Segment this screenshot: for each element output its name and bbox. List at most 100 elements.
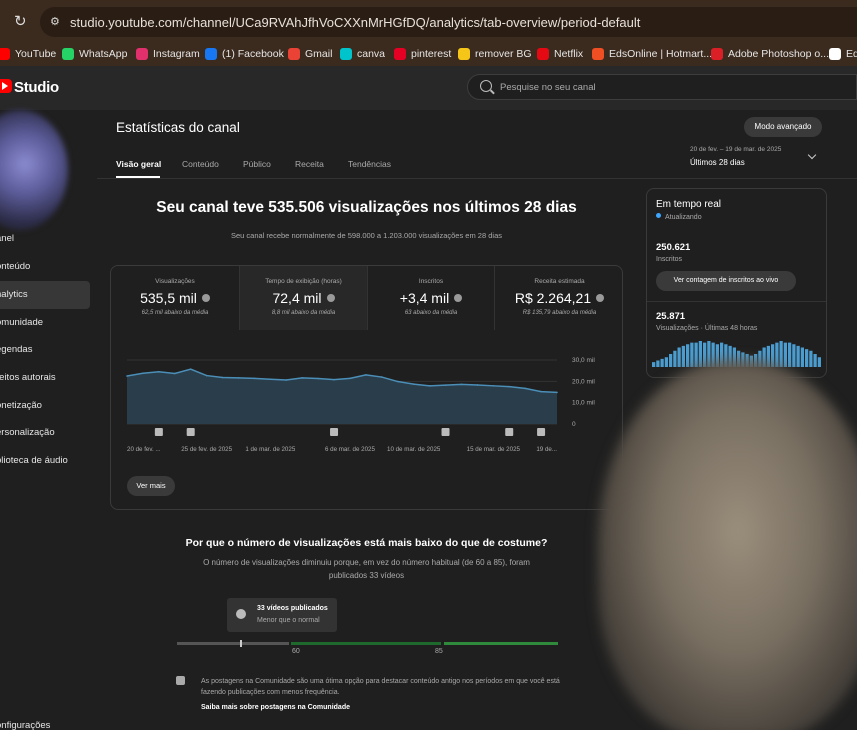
- why-title: Por que o número de visualizações está m…: [185, 537, 548, 549]
- data-point: [253, 377, 256, 380]
- studio-logo-text[interactable]: Studio: [14, 79, 59, 96]
- sidebar-item-8[interactable]: blioteca de áudio: [0, 447, 90, 475]
- pinterest-icon: [394, 48, 406, 60]
- upload-marker-icon[interactable]: [537, 428, 546, 436]
- period-label[interactable]: Últimos 28 dias: [690, 158, 745, 167]
- info-icon[interactable]: [201, 294, 210, 302]
- bookmark-3[interactable]: (1) Facebook: [205, 46, 284, 62]
- bookmark-5[interactable]: canva: [340, 46, 385, 62]
- see-more-button[interactable]: Ver mais: [127, 476, 175, 496]
- upload-marker-icon[interactable]: [186, 428, 195, 436]
- metric-card-0[interactable]: Visualizações 535,5 mil 62,5 mil abaixo da…: [111, 266, 240, 330]
- chevron-down-icon[interactable]: [807, 150, 817, 160]
- sidebar-item-3[interactable]: omunidade: [0, 309, 90, 337]
- sidebar-item-label: egendas: [0, 344, 33, 355]
- period-range[interactable]: 20 de fev. – 19 de mar. de 2025: [690, 146, 781, 153]
- live-subscriber-count-button[interactable]: Ver contagem de inscritos ao vivo: [656, 271, 796, 291]
- data-point: [444, 384, 447, 386]
- youtube-logo-icon[interactable]: [0, 79, 12, 93]
- data-point: [205, 374, 208, 377]
- sidebar-item-1[interactable]: onteúdo: [0, 253, 90, 281]
- live-dot-icon: [656, 213, 661, 218]
- metric-card-3[interactable]: Receita estimada R$ 2.264,21 R$ 135,79 aba…: [495, 266, 622, 330]
- upload-marker-icon[interactable]: [505, 428, 514, 436]
- data-point: [540, 390, 542, 393]
- uploads-tooltip: 33 vídeos publicados Menor que o normal: [227, 598, 337, 632]
- sidebar-item-2[interactable]: nalytics: [0, 281, 90, 309]
- sidebar-item-label: onetização: [0, 400, 42, 411]
- metric-card-1[interactable]: Tempo de exibição (horas) 72,4 mil 8,8 mil…: [240, 266, 368, 330]
- bookmark-label: Gmail: [305, 48, 333, 60]
- realtime-views: 25.871: [656, 311, 686, 322]
- sidebar-item-6[interactable]: onetização: [0, 392, 90, 420]
- realtime-bar: [694, 342, 698, 367]
- bookmark-label: Instagram: [153, 48, 200, 60]
- youtube-icon: [0, 48, 10, 60]
- channel-avatar[interactable]: [0, 110, 68, 230]
- realtime-bar: [698, 341, 702, 367]
- p-icon: [829, 48, 841, 60]
- tabs-divider: [97, 178, 857, 179]
- sidebar-item-0[interactable]: anel: [0, 225, 90, 253]
- realtime-divider: [647, 301, 826, 302]
- sidebar-item-label: ersonalização: [0, 427, 55, 438]
- data-point: [381, 376, 383, 378]
- data-point: [285, 379, 288, 381]
- data-point: [492, 385, 495, 387]
- community-text: As postagens na Comunidade são uma ótima…: [201, 678, 560, 696]
- upload-marker-icon[interactable]: [441, 428, 450, 436]
- info-icon[interactable]: [326, 294, 335, 302]
- sidebar-item-settings[interactable]: onfigurações: [0, 720, 50, 730]
- tab-2[interactable]: Público: [243, 159, 271, 169]
- site-info-icon[interactable]: ⚙: [50, 16, 62, 28]
- views-chart[interactable]: 30,0 mil 20,0 mil 10,0 mil 0 20 de fev. ... 2…: [111, 350, 623, 460]
- advanced-mode-button[interactable]: Modo avançado: [744, 117, 822, 137]
- info-icon[interactable]: [454, 294, 463, 302]
- sidebar-item-7[interactable]: ersonalização: [0, 419, 90, 447]
- metric-card-2[interactable]: Inscritos +3,4 mil 63 abaixo da média: [368, 266, 495, 330]
- sidebar-item-4[interactable]: egendas: [0, 336, 90, 364]
- tab-0[interactable]: Visão geral: [116, 159, 161, 169]
- realtime-bar: [669, 354, 673, 367]
- realtime-card: Em tempo real Atualizando 250.621 Inscri…: [646, 188, 827, 378]
- upload-marker-icon[interactable]: [154, 428, 163, 436]
- realtime-bar: [775, 342, 779, 367]
- data-point: [476, 384, 479, 386]
- tab-1[interactable]: Conteúdo: [182, 159, 219, 169]
- data-point: [301, 377, 303, 379]
- browser-address-bar: ↻ ⚙ studio.youtube.com/channel/UCa9RVAhJ…: [0, 0, 857, 42]
- bookmark-label: canva: [357, 48, 386, 60]
- metric-value: 535,5 mil: [111, 290, 239, 306]
- bookmark-4[interactable]: Gmail: [288, 46, 332, 62]
- data-point: [317, 377, 319, 380]
- realtime-bar: [805, 349, 809, 367]
- tooltip-title: 33 vídeos publicados: [257, 605, 328, 612]
- data-point: [556, 391, 558, 394]
- realtime-bar: [817, 357, 821, 367]
- bookmark-label: Ed: [846, 48, 857, 60]
- tab-4[interactable]: Tendências: [348, 159, 391, 169]
- tab-3[interactable]: Receita: [295, 159, 324, 169]
- bookmark-label: pinterest: [411, 48, 452, 60]
- bookmark-6[interactable]: pinterest: [394, 46, 451, 62]
- community-link[interactable]: Saiba mais sobre postagens na Comunidade: [201, 704, 350, 711]
- bookmark-8[interactable]: Netflix: [537, 46, 583, 62]
- bookmark-1[interactable]: WhatsApp: [62, 46, 127, 62]
- sidebar-item-5[interactable]: reitos autorais: [0, 364, 90, 392]
- sidebar: anel onteúdo nalytics omunidade egendas reito…: [0, 110, 97, 730]
- data-point: [189, 368, 192, 370]
- netflix-icon: [537, 48, 549, 60]
- channel-search-input[interactable]: Pesquise no seu canal: [467, 74, 857, 100]
- bookmark-10[interactable]: Adobe Photoshop o...: [711, 46, 829, 62]
- data-point: [237, 377, 240, 379]
- bookmark-0[interactable]: YouTube: [0, 46, 56, 62]
- info-icon[interactable]: [596, 294, 605, 302]
- bookmark-7[interactable]: remover BG: [458, 46, 532, 62]
- realtime-subscribers-label: Inscritos: [656, 256, 683, 263]
- bookmark-9[interactable]: EdsOnline | Hotmart...: [592, 46, 712, 62]
- bookmark-11[interactable]: Ed: [829, 46, 857, 62]
- upload-marker-icon[interactable]: [330, 428, 339, 436]
- bookmark-2[interactable]: Instagram: [136, 46, 200, 62]
- url-field[interactable]: ⚙ studio.youtube.com/channel/UCa9RVAhJfh…: [40, 7, 857, 37]
- reload-icon[interactable]: ↻: [14, 12, 32, 30]
